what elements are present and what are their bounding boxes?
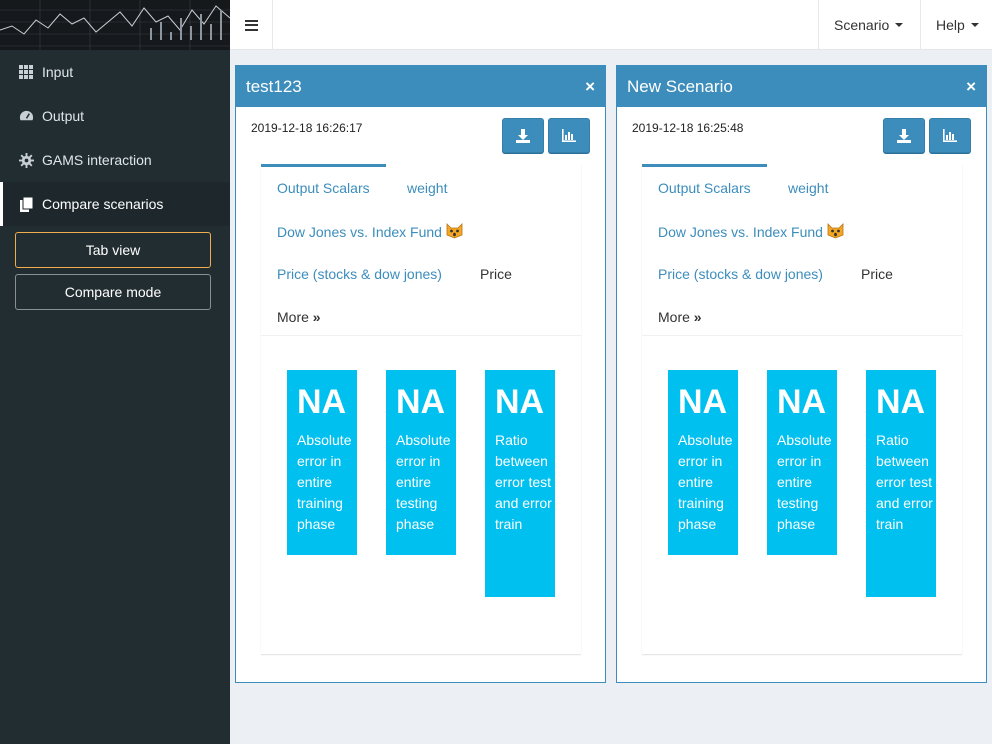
scenario-panel: New Scenario × 2019-12-18 16:25:48 Outpu… <box>616 65 987 683</box>
sidebar-item-input[interactable]: Input <box>0 50 230 94</box>
info-box-label: Absolute error in entire testing phase <box>777 432 832 532</box>
tab-label: Dow Jones vs. Index Fund <box>277 224 442 240</box>
tab-dow-jones[interactable]: Dow Jones vs. Index Fund <box>277 223 463 242</box>
panel-title: New Scenario <box>627 76 733 96</box>
output-card: Output Scalars weight Dow Jones vs. Inde… <box>642 164 962 654</box>
double-chevron-right-icon: » <box>312 309 321 325</box>
info-box-value: NA <box>396 383 446 421</box>
help-menu-label: Help <box>936 17 965 33</box>
tab-price-stocks[interactable]: Price (stocks & dow jones) <box>277 266 442 282</box>
gear-icon <box>18 152 34 168</box>
info-box: NA Absolute error in entire training pha… <box>668 370 738 555</box>
help-menu[interactable]: Help <box>920 0 992 50</box>
download-button[interactable] <box>502 118 544 153</box>
top-navbar: Scenario Help <box>230 0 992 50</box>
tab-label: More <box>658 309 690 325</box>
tab-output-scalars[interactable]: Output Scalars <box>261 164 386 209</box>
sidebar-item-output[interactable]: Output <box>0 94 230 138</box>
scenario-menu[interactable]: Scenario <box>818 0 920 50</box>
info-box-value: NA <box>297 383 347 421</box>
info-box-label: Ratio between error test and error train <box>495 432 552 532</box>
panel-header: New Scenario × <box>617 66 986 107</box>
sidebar-item-gams-interaction[interactable]: GAMS interaction <box>0 138 230 182</box>
info-box: NA Absolute error in entire testing phas… <box>386 370 456 555</box>
close-icon[interactable]: × <box>966 78 976 95</box>
info-box-value: NA <box>678 383 728 421</box>
compare-mode-button[interactable]: Compare mode <box>15 274 211 310</box>
info-box-label: Absolute error in entire training phase <box>678 432 733 532</box>
sidebar-toggle-button[interactable] <box>230 0 273 50</box>
tab-output-scalars[interactable]: Output Scalars <box>642 164 767 209</box>
info-box-label: Absolute error in entire training phase <box>297 432 352 532</box>
tab-weight[interactable]: weight <box>407 180 447 196</box>
tab-more[interactable]: More » <box>658 309 702 325</box>
files-icon <box>18 196 34 212</box>
sidebar-item-label: Output <box>42 108 85 124</box>
panel-header: test123 × <box>236 66 605 107</box>
download-icon <box>516 128 530 143</box>
caret-down-icon <box>895 23 904 27</box>
grid-icon <box>18 64 34 80</box>
sidebar-item-label: Input <box>42 64 74 80</box>
info-box: NA Absolute error in entire testing phas… <box>767 370 837 555</box>
sidebar-item-label: Compare scenarios <box>42 196 164 212</box>
chart-button[interactable] <box>929 118 971 153</box>
caret-down-icon <box>970 23 979 27</box>
output-tabs: Output Scalars weight Dow Jones vs. Inde… <box>642 164 962 336</box>
output-tabs: Output Scalars weight Dow Jones vs. Inde… <box>261 164 581 336</box>
bar-chart-icon <box>562 129 576 142</box>
panel-title: test123 <box>246 76 302 96</box>
sidebar-item-label: GAMS interaction <box>42 152 152 168</box>
close-icon[interactable]: × <box>585 78 595 95</box>
tab-weight[interactable]: weight <box>788 180 828 196</box>
scenario-menu-label: Scenario <box>834 17 890 33</box>
chart-button[interactable] <box>548 118 590 153</box>
info-box: NA Ratio between error test and error tr… <box>866 370 936 597</box>
tab-price-stocks[interactable]: Price (stocks & dow jones) <box>658 266 823 282</box>
info-box: NA Absolute error in entire training pha… <box>287 370 357 555</box>
scenario-timestamp: 2019-12-18 16:26:17 <box>251 121 363 135</box>
info-box-value: NA <box>495 383 545 421</box>
scenario-timestamp: 2019-12-18 16:25:48 <box>632 121 744 135</box>
hamburger-icon <box>244 19 258 31</box>
info-box-value: NA <box>876 383 926 421</box>
sidebar-item-compare-scenarios[interactable]: Compare scenarios <box>0 182 230 226</box>
double-chevron-right-icon: » <box>693 309 702 325</box>
scream-cat-icon <box>827 223 844 242</box>
app-logo <box>0 0 230 50</box>
info-box: NA Ratio between error test and error tr… <box>485 370 555 597</box>
output-card: Output Scalars weight Dow Jones vs. Inde… <box>261 164 581 654</box>
scream-cat-icon <box>446 223 463 242</box>
tab-more[interactable]: More » <box>277 309 321 325</box>
dashboard-icon <box>18 108 34 124</box>
tab-label: More <box>277 309 309 325</box>
info-box-label: Absolute error in entire testing phase <box>396 432 451 532</box>
sidebar: Input Output GAMS interaction Compare sc… <box>0 50 230 744</box>
tab-price[interactable]: Price <box>480 266 512 282</box>
bar-chart-icon <box>943 129 957 142</box>
scenario-panel: test123 × 2019-12-18 16:26:17 Output Sca… <box>235 65 606 683</box>
tab-label: Dow Jones vs. Index Fund <box>658 224 823 240</box>
tab-dow-jones[interactable]: Dow Jones vs. Index Fund <box>658 223 844 242</box>
tab-view-button[interactable]: Tab view <box>15 232 211 268</box>
info-box-value: NA <box>777 383 827 421</box>
tab-price[interactable]: Price <box>861 266 893 282</box>
download-button[interactable] <box>883 118 925 153</box>
download-icon <box>897 128 911 143</box>
info-box-label: Ratio between error test and error train <box>876 432 933 532</box>
